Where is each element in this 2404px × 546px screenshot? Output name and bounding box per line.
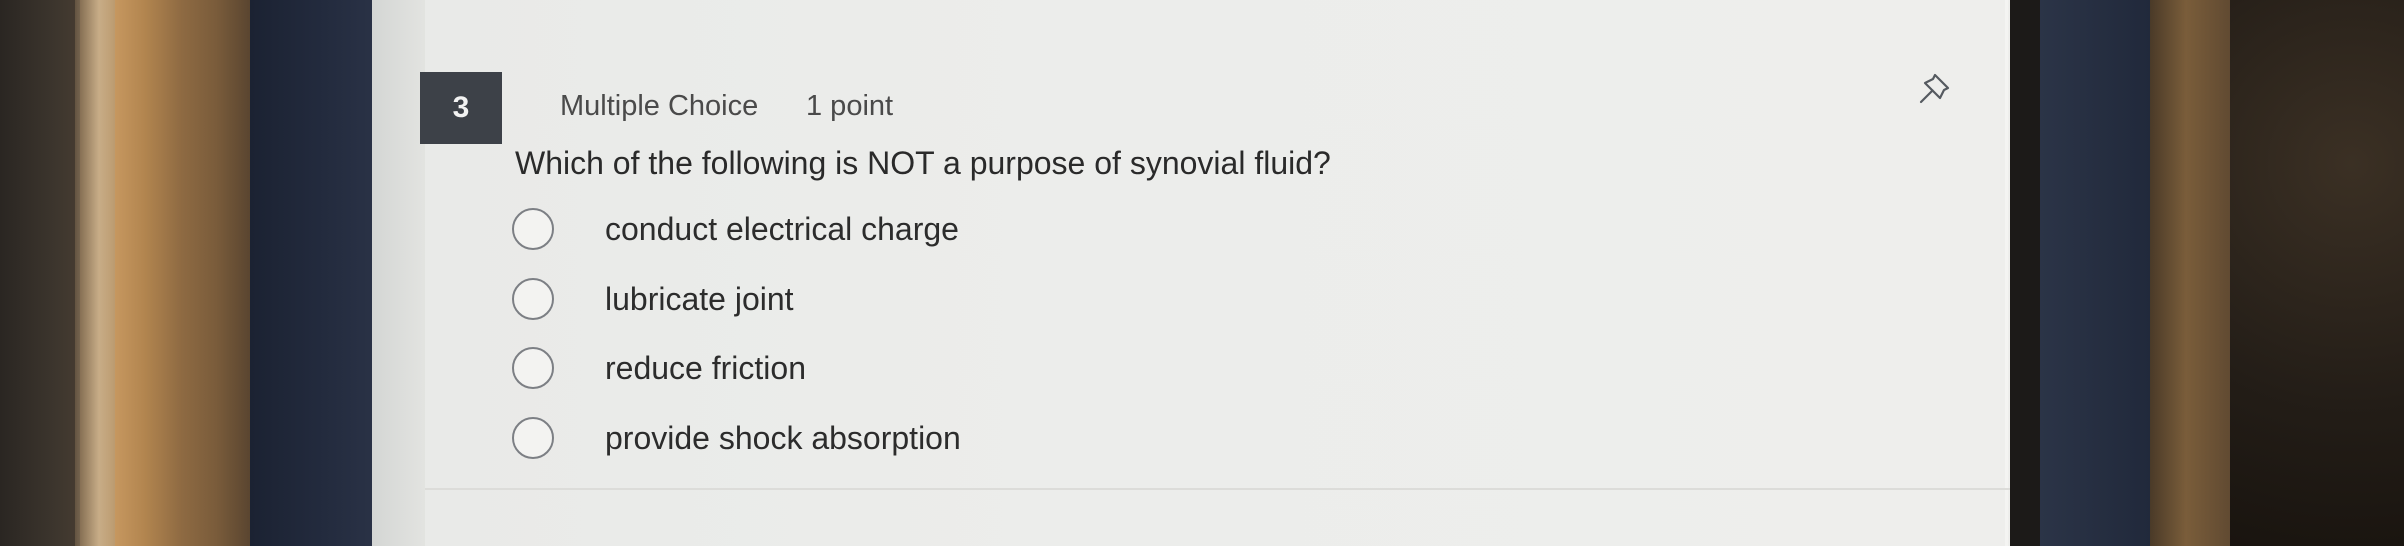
option-label: reduce friction bbox=[605, 349, 806, 386]
option-provide-shock-absorption[interactable]: provide shock absorption bbox=[512, 413, 961, 463]
option-label: provide shock absorption bbox=[605, 419, 961, 456]
screen-margin-left bbox=[372, 0, 427, 546]
option-label: conduct electrical charge bbox=[605, 210, 959, 247]
background-wood-right bbox=[2150, 0, 2240, 546]
question-points: 1 point bbox=[806, 90, 894, 122]
pin-icon[interactable] bbox=[1913, 68, 1955, 110]
radio-button[interactable] bbox=[512, 347, 554, 389]
background-dark-right bbox=[2230, 0, 2404, 546]
background-wood-edge bbox=[75, 0, 115, 546]
question-text: Which of the following is NOT a purpose … bbox=[515, 145, 1331, 181]
question-type: Multiple Choice bbox=[560, 90, 759, 122]
question-number-badge: 3 bbox=[420, 72, 502, 144]
radio-button[interactable] bbox=[512, 278, 554, 320]
radio-button[interactable] bbox=[512, 208, 554, 250]
card-divider bbox=[425, 488, 2010, 490]
option-label: lubricate joint bbox=[605, 280, 794, 317]
option-reduce-friction[interactable]: reduce friction bbox=[512, 343, 806, 393]
device-bezel-left bbox=[250, 0, 375, 546]
question-card bbox=[425, 0, 2010, 546]
radio-button[interactable] bbox=[512, 417, 554, 459]
option-lubricate-joint[interactable]: lubricate joint bbox=[512, 274, 794, 324]
card-edge-right bbox=[2005, 0, 2008, 546]
question-number: 3 bbox=[452, 91, 470, 124]
device-bezel-right bbox=[2040, 0, 2160, 546]
option-conduct-electrical-charge[interactable]: conduct electrical charge bbox=[512, 204, 959, 254]
